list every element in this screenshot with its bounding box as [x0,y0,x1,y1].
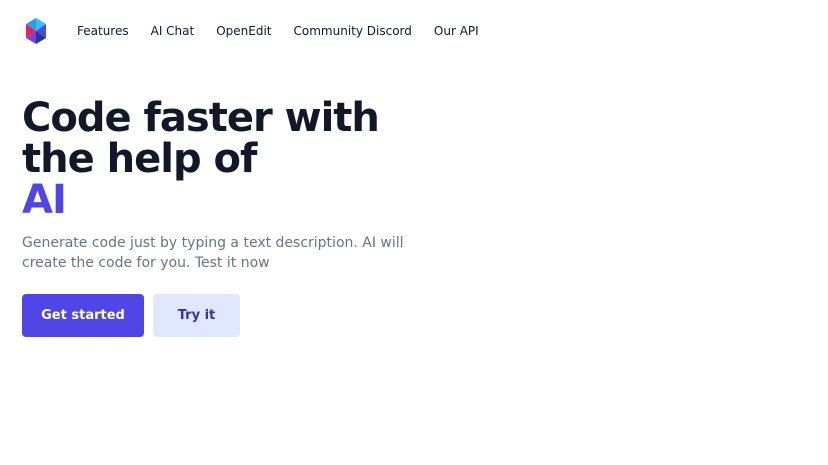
landing-page: Features AI Chat OpenEdit Community Disc… [0,0,828,465]
nav-item-community-discord[interactable]: Community Discord [294,17,412,45]
brand-logo-icon[interactable] [22,17,50,45]
nav-item-features[interactable]: Features [77,17,129,45]
hero-headline: Code faster with the help of AI [22,98,442,221]
get-started-button[interactable]: Get started [22,294,144,337]
hero-headline-text: Code faster with the help of [22,95,380,182]
hero-headline-accent: AI [22,177,67,223]
hero-section: Code faster with the help of AI Generate… [22,98,442,337]
hero-subtitle: Generate code just by typing a text desc… [22,235,404,271]
hero-actions: Get started Try it [22,294,442,337]
site-header: Features AI Chat OpenEdit Community Disc… [22,16,501,46]
nav-item-our-api[interactable]: Our API [434,17,479,45]
try-it-button[interactable]: Try it [153,294,240,337]
nav-item-ai-chat[interactable]: AI Chat [151,17,195,45]
main-nav: Features AI Chat OpenEdit Community Disc… [77,17,501,45]
nav-item-openedit[interactable]: OpenEdit [216,17,271,45]
